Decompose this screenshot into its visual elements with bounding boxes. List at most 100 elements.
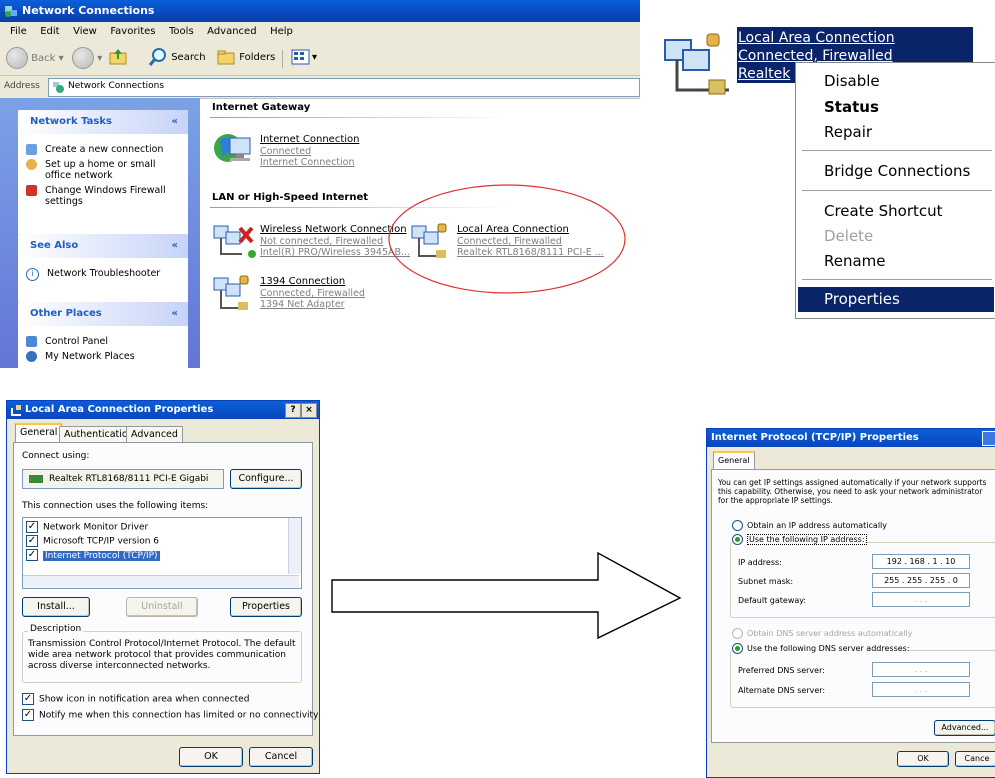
network-adapter-icon	[29, 474, 43, 483]
menu-bridge-connections[interactable]: Bridge Connections	[824, 162, 970, 180]
menu-separator	[802, 150, 992, 151]
vertical-scrollbar[interactable]	[288, 518, 301, 574]
configure-button[interactable]: Configure...	[230, 469, 302, 489]
list-item[interactable]: ✓ Microsoft TCP/IP version 6	[26, 535, 159, 547]
ip-address-input[interactable]: 192 . 168 . 1 . 10	[872, 554, 970, 569]
menu-tools[interactable]: Tools	[169, 22, 194, 42]
install-button[interactable]: Install...	[22, 597, 90, 617]
subnet-mask-input[interactable]: 255 . 255 . 255 . 0	[872, 573, 970, 588]
views-icon	[291, 49, 310, 65]
network-connections-window: Network Connections File Edit View Favor…	[0, 0, 640, 368]
task-create-connection[interactable]: Create a new connection	[26, 144, 180, 155]
internet-connection-item[interactable]: Internet Connection Connected Internet C…	[212, 130, 359, 175]
advanced-button[interactable]: Advanced...	[934, 720, 995, 736]
checkbox[interactable]: ✓	[26, 549, 38, 561]
intro-text: You can get IP settings assigned automat…	[718, 478, 987, 505]
dialog-title-bar: Internet Protocol (TCP/IP) Properties	[707, 429, 995, 447]
tab-advanced[interactable]: Advanced	[126, 426, 183, 443]
alternate-dns-input[interactable]: . . .	[872, 682, 970, 697]
preferred-dns-label: Preferred DNS server:	[738, 666, 825, 675]
menu-advanced[interactable]: Advanced	[207, 22, 256, 42]
use-dns-radio[interactable]: Use the following DNS server addresses:	[732, 643, 910, 654]
forward-button[interactable]: ▾	[72, 47, 102, 69]
close-button[interactable]: ×	[301, 403, 317, 418]
group-lan: LAN or High-Speed Internet	[212, 192, 369, 203]
tab-general[interactable]: General	[15, 423, 63, 443]
menu-status[interactable]: Status	[824, 98, 879, 116]
place-control-panel[interactable]: Control Panel	[26, 336, 180, 347]
list-item[interactable]: ✓ Network Monitor Driver	[26, 521, 148, 533]
other-places-header[interactable]: Other Places «	[18, 302, 188, 326]
checkbox[interactable]: ✓	[26, 521, 38, 533]
group-divider	[210, 117, 510, 118]
task-firewall-settings[interactable]: Change Windows Firewall settings	[26, 185, 180, 207]
horizontal-scrollbar[interactable]	[23, 575, 299, 588]
task-network-troubleshooter[interactable]: i Network Troubleshooter	[26, 268, 180, 281]
network-tasks-panel: Network Tasks « Create a new connection S…	[18, 110, 188, 234]
preferred-dns-input[interactable]: . . .	[872, 662, 970, 677]
menu-disable[interactable]: Disable	[824, 72, 880, 90]
menu-edit[interactable]: Edit	[40, 22, 59, 42]
dialog-title-bar: Local Area Connection Properties ? ×	[7, 401, 319, 419]
list-item-selected[interactable]: ✓ Internet Protocol (TCP/IP)	[26, 549, 160, 561]
radio[interactable]	[732, 643, 743, 654]
menu-favorites[interactable]: Favorites	[110, 22, 155, 42]
wireless-adapter-icon	[213, 225, 256, 258]
checkbox[interactable]: ✓	[22, 709, 34, 721]
notify-option[interactable]: ✓ Notify me when this connection has limi…	[22, 709, 318, 721]
menu-help[interactable]: Help	[270, 22, 293, 42]
default-gateway-label: Default gateway:	[738, 596, 807, 605]
forward-arrow-icon	[72, 47, 94, 69]
task-pane: Network Tasks « Create a new connection S…	[0, 98, 200, 368]
tab-general[interactable]: General	[713, 451, 755, 471]
collapse-chevron-icon: «	[171, 240, 178, 251]
help-button[interactable]: ?	[285, 403, 301, 418]
up-folder-icon	[109, 49, 127, 65]
see-also-header[interactable]: See Also «	[18, 234, 188, 258]
checkbox[interactable]: ✓	[22, 693, 34, 705]
views-button[interactable]: ▾	[290, 47, 317, 69]
menu-file[interactable]: File	[10, 22, 27, 42]
network-tasks-header[interactable]: Network Tasks «	[18, 110, 188, 134]
menu-rename[interactable]: Rename	[824, 252, 886, 270]
place-my-network-places[interactable]: My Network Places	[26, 351, 180, 362]
tcpip-properties-dialog: Internet Protocol (TCP/IP) Properties Ge…	[706, 428, 995, 778]
up-folder-button[interactable]	[108, 47, 130, 69]
menu-view[interactable]: View	[73, 22, 97, 42]
search-button[interactable]: Search	[148, 47, 206, 69]
collapse-chevron-icon: «	[171, 308, 178, 319]
menu-properties[interactable]: Properties	[824, 290, 900, 308]
window-title: Network Connections	[22, 4, 155, 17]
search-icon	[148, 48, 166, 66]
address-label: Address	[4, 81, 40, 91]
wireless-connection-item[interactable]: Wireless Network Connection Not connecte…	[212, 220, 410, 267]
properties-button[interactable]: Properties	[230, 597, 302, 617]
radio[interactable]	[732, 520, 743, 531]
back-button[interactable]: Back ▾	[6, 47, 64, 69]
address-input[interactable]: Network Connections	[48, 78, 640, 97]
folders-button[interactable]: Folders	[216, 47, 275, 69]
checkbox[interactable]: ✓	[26, 535, 38, 547]
radio[interactable]	[732, 534, 743, 545]
default-gateway-input[interactable]: . . .	[872, 592, 970, 607]
components-list[interactable]: ✓ Network Monitor Driver ✓ Microsoft TCP/I…	[22, 517, 302, 589]
cancel-button[interactable]: Cance	[955, 751, 995, 767]
use-ip-radio[interactable]: Use the following IP address:	[732, 534, 867, 545]
dns-groupbox	[730, 650, 995, 708]
title-bar: Network Connections	[0, 0, 640, 22]
general-tab-panel: You can get IP settings assigned automat…	[711, 469, 995, 743]
cancel-button[interactable]: Cancel	[249, 747, 313, 767]
help-button[interactable]	[982, 431, 995, 446]
show-icon-option[interactable]: ✓ Show icon in notification area when con…	[22, 693, 249, 705]
1394-connection-item[interactable]: 1394 Connection Connected, Firewalled 13…	[212, 272, 365, 319]
internet-gateway-icon	[214, 134, 251, 162]
menu-create-shortcut[interactable]: Create Shortcut	[824, 202, 943, 220]
uninstall-button: Uninstall	[126, 597, 198, 617]
address-bar: Address Network Connections	[0, 76, 640, 99]
control-panel-icon	[26, 336, 37, 347]
ok-button[interactable]: OK	[179, 747, 243, 767]
task-home-network[interactable]: Set up a home or small office network	[26, 159, 180, 181]
ok-button[interactable]: OK	[897, 751, 949, 767]
menu-repair[interactable]: Repair	[824, 123, 872, 141]
obtain-ip-radio[interactable]: Obtain an IP address automatically	[732, 520, 887, 531]
